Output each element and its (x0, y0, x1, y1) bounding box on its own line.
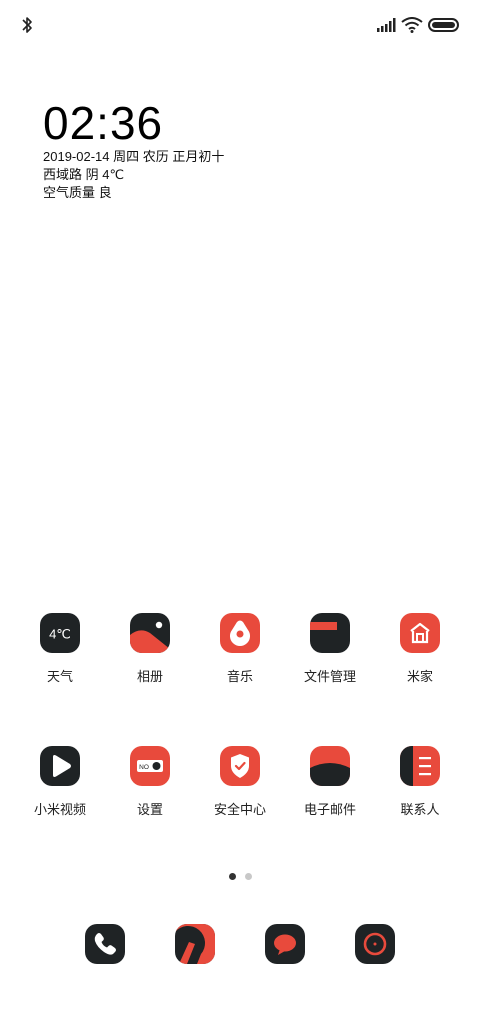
app-music[interactable]: 音乐 (195, 613, 285, 713)
weather-icon: 4℃ (40, 613, 80, 653)
app-weather[interactable]: 4℃ 天气 (15, 613, 105, 713)
settings-icon: NO (130, 746, 170, 786)
app-label: 米家 (406, 669, 433, 684)
mi-video-icon (40, 746, 80, 786)
messages-icon[interactable] (265, 924, 305, 964)
app-label: 音乐 (226, 669, 253, 684)
app-contacts[interactable]: 联系人 (375, 746, 465, 846)
file-manager-icon (310, 613, 350, 653)
date-line: 2019-02-14 周四 农历 正月初十 (43, 149, 225, 164)
email-icon (310, 746, 350, 786)
app-mi-home[interactable]: 米家 (375, 613, 465, 713)
battery-icon (428, 18, 459, 32)
page-dot[interactable] (245, 873, 252, 880)
weather-icon-text: 4℃ (49, 627, 71, 642)
app-label: 电子邮件 (303, 802, 356, 817)
app-label: 安全中心 (213, 802, 266, 817)
music-icon (220, 613, 260, 653)
app-label: 设置 (136, 802, 163, 817)
app-label: 联系人 (400, 802, 440, 817)
bluetooth-icon (22, 17, 32, 33)
contacts-icon (400, 746, 440, 786)
app-label: 相册 (136, 669, 163, 684)
browser-icon[interactable] (175, 924, 215, 964)
app-label: 文件管理 (303, 669, 356, 684)
weather-line: 西域路 阴 4℃ (43, 167, 125, 182)
app-security-center[interactable]: 安全中心 (195, 746, 285, 846)
clock-time[interactable]: 02:36 (43, 96, 163, 150)
cell-signal-icon (377, 18, 396, 32)
app-label: 天气 (46, 669, 73, 684)
app-email[interactable]: 电子邮件 (285, 746, 375, 846)
app-label: 小米视频 (33, 802, 86, 817)
camera-icon[interactable] (355, 924, 395, 964)
app-gallery[interactable]: 相册 (105, 613, 195, 713)
page-dot-active[interactable] (229, 873, 236, 880)
app-settings[interactable]: NO 设置 (105, 746, 195, 846)
wifi-icon (401, 17, 423, 33)
settings-switch-text: NO (139, 764, 149, 771)
status-bar (0, 0, 480, 50)
app-mi-video[interactable]: 小米视频 (15, 746, 105, 846)
phone-icon[interactable] (85, 924, 125, 964)
mi-home-icon (400, 613, 440, 653)
app-file-manager[interactable]: 文件管理 (285, 613, 375, 713)
security-center-icon (220, 746, 260, 786)
gallery-icon (130, 613, 170, 653)
air-quality-line: 空气质量 良 (43, 185, 112, 200)
